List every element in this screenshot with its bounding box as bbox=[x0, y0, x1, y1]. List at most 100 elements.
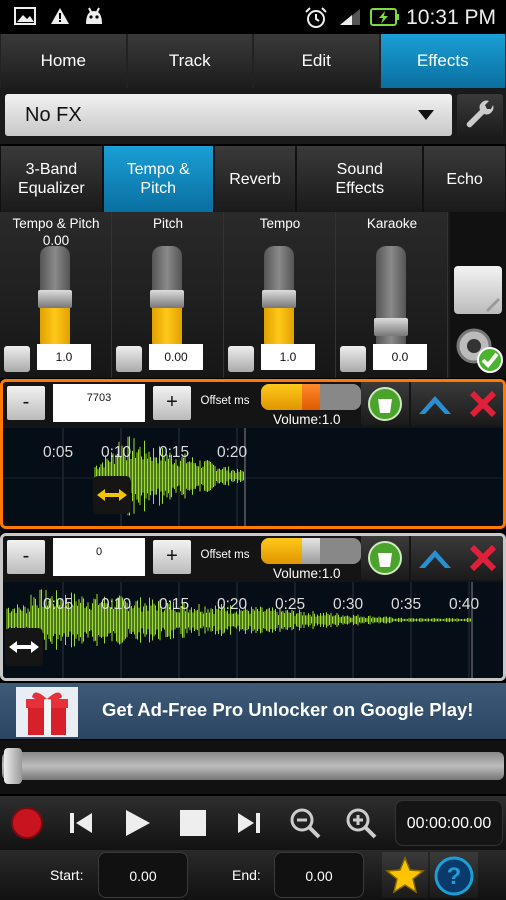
slider-track[interactable] bbox=[376, 246, 406, 352]
volume-thumb[interactable] bbox=[302, 384, 320, 410]
offset-decrease-button[interactable]: - bbox=[7, 386, 45, 420]
time-tick: 0:05 bbox=[43, 596, 74, 613]
slider-checkbox[interactable] bbox=[340, 346, 366, 372]
help-icon: ? bbox=[434, 856, 474, 896]
tab-track[interactable]: Track bbox=[127, 34, 252, 88]
slider-thumb[interactable] bbox=[262, 290, 296, 308]
slider-input[interactable]: 0.0 bbox=[373, 344, 427, 370]
pencil-icon bbox=[486, 298, 500, 312]
apply-effect-button[interactable] bbox=[452, 322, 504, 374]
volume-slider[interactable] bbox=[261, 538, 361, 564]
drag-handle[interactable] bbox=[5, 628, 43, 666]
track-controls: - 0 + Offset ms Volume:1.0 bbox=[3, 536, 503, 582]
tab-3-band-equalizer[interactable]: 3-Band Equalizer bbox=[1, 146, 102, 212]
preset-select[interactable]: No FX bbox=[5, 94, 452, 136]
chevron-up-icon bbox=[419, 550, 451, 568]
ad-banner[interactable]: Get Ad-Free Pro Unlocker on Google Play! bbox=[0, 683, 506, 739]
move-track-up-button[interactable] bbox=[411, 536, 459, 580]
delete-track-button[interactable] bbox=[459, 382, 503, 426]
time-tick: 0:05 bbox=[43, 444, 74, 461]
offset-input[interactable]: 0 bbox=[53, 538, 145, 576]
dropdown-arrow-icon bbox=[418, 110, 434, 120]
tab-echo[interactable]: Echo bbox=[424, 146, 505, 212]
volume-thumb[interactable] bbox=[302, 538, 320, 564]
gallery-icon bbox=[14, 7, 36, 30]
star-icon bbox=[385, 856, 425, 894]
offset-input[interactable]: 7703 bbox=[53, 384, 145, 422]
slider-thumb[interactable] bbox=[38, 290, 72, 308]
save-preset-button[interactable] bbox=[454, 266, 502, 314]
time-tick: 0:20 bbox=[217, 596, 248, 613]
slider-thumb[interactable] bbox=[150, 290, 184, 308]
tab-sound-effects[interactable]: Sound Effects bbox=[297, 146, 423, 212]
zoom-in-button[interactable] bbox=[336, 798, 386, 848]
skip-back-icon bbox=[70, 813, 92, 833]
help-button[interactable]: ? bbox=[430, 852, 478, 898]
time-tick: 0:25 bbox=[275, 596, 306, 613]
play-button[interactable] bbox=[112, 798, 162, 848]
slider-checkbox[interactable] bbox=[4, 346, 30, 372]
track-controls: - 7703 + Offset ms Volume:1.0 bbox=[3, 382, 503, 428]
seek-thumb[interactable] bbox=[4, 748, 22, 784]
volume-label: Volume:1.0 bbox=[273, 412, 341, 427]
clock: 10:31 PM bbox=[406, 6, 496, 29]
end-input[interactable]: 0.00 bbox=[274, 852, 364, 898]
slider-label: Tempo & Pitch bbox=[12, 216, 100, 231]
chevron-up-icon bbox=[419, 396, 451, 414]
track-panel-2[interactable]: - 0 + Offset ms Volume:1.0 0:05 0:10 0:1… bbox=[0, 533, 506, 681]
offset-decrease-button[interactable]: - bbox=[7, 540, 45, 574]
time-tick: 0:20 bbox=[217, 444, 248, 461]
close-icon bbox=[469, 544, 497, 572]
tab-home[interactable]: Home bbox=[1, 34, 126, 88]
zoom-out-button[interactable] bbox=[280, 798, 330, 848]
android-icon bbox=[84, 7, 104, 30]
zoom-in-icon bbox=[346, 808, 377, 839]
tab-tempo-pitch[interactable]: Tempo & Pitch bbox=[103, 146, 213, 212]
ad-text: Get Ad-Free Pro Unlocker on Google Play! bbox=[102, 699, 474, 720]
volume-label: Volume:1.0 bbox=[273, 566, 341, 581]
time-tick: 0:10 bbox=[101, 596, 132, 613]
svg-text:?: ? bbox=[447, 863, 462, 890]
start-input[interactable]: 0.00 bbox=[98, 852, 188, 898]
track-panel-1[interactable]: - 7703 + Offset ms Volume:1.0 0:05 0:10 … bbox=[0, 379, 506, 529]
offset-label: Offset ms bbox=[200, 549, 250, 561]
tab-reverb[interactable]: Reverb bbox=[214, 146, 296, 212]
track-effects-button[interactable] bbox=[361, 382, 409, 426]
slider-input[interactable]: 0.00 bbox=[149, 344, 203, 370]
offset-label: Offset ms bbox=[200, 395, 250, 407]
delete-track-button[interactable] bbox=[459, 536, 503, 580]
stop-icon bbox=[180, 810, 206, 836]
slider-input[interactable]: 1.0 bbox=[261, 344, 315, 370]
waveform-track-1[interactable] bbox=[3, 428, 503, 526]
skip-back-button[interactable] bbox=[56, 798, 106, 848]
waveform-track-2[interactable] bbox=[3, 582, 503, 678]
drag-handle[interactable] bbox=[93, 476, 131, 514]
slider-thumb[interactable] bbox=[374, 318, 408, 336]
stop-button[interactable] bbox=[168, 798, 218, 848]
slider-column: Karaoke 0.0 bbox=[336, 212, 448, 378]
start-label: Start: bbox=[50, 867, 84, 883]
slider-column: Tempo 1.0 bbox=[224, 212, 336, 378]
track-effects-button[interactable] bbox=[361, 536, 409, 580]
seek-track[interactable] bbox=[2, 752, 504, 780]
tab-edit[interactable]: Edit bbox=[254, 34, 379, 88]
record-button[interactable] bbox=[2, 798, 52, 848]
skip-forward-button[interactable] bbox=[224, 798, 274, 848]
offset-increase-button[interactable]: + bbox=[153, 540, 191, 574]
fx-side-panel bbox=[450, 212, 506, 378]
slider-checkbox[interactable] bbox=[228, 346, 254, 372]
offset-increase-button[interactable]: + bbox=[153, 386, 191, 420]
favorite-button[interactable] bbox=[382, 852, 428, 898]
time-tick: 0:15 bbox=[159, 596, 190, 613]
settings-wrench-button[interactable] bbox=[457, 94, 503, 138]
volume-slider[interactable] bbox=[261, 384, 361, 410]
play-icon bbox=[126, 810, 150, 836]
status-bar: 10:31 PM bbox=[0, 0, 506, 34]
main-tabs: Home Track Edit Effects bbox=[0, 34, 506, 88]
move-track-up-button[interactable] bbox=[411, 382, 459, 426]
signal-icon bbox=[338, 7, 364, 32]
slider-checkbox[interactable] bbox=[116, 346, 142, 372]
tab-effects[interactable]: Effects bbox=[380, 34, 505, 88]
slider-input[interactable]: 1.0 bbox=[37, 344, 91, 370]
arrows-horizontal-icon bbox=[97, 489, 127, 501]
